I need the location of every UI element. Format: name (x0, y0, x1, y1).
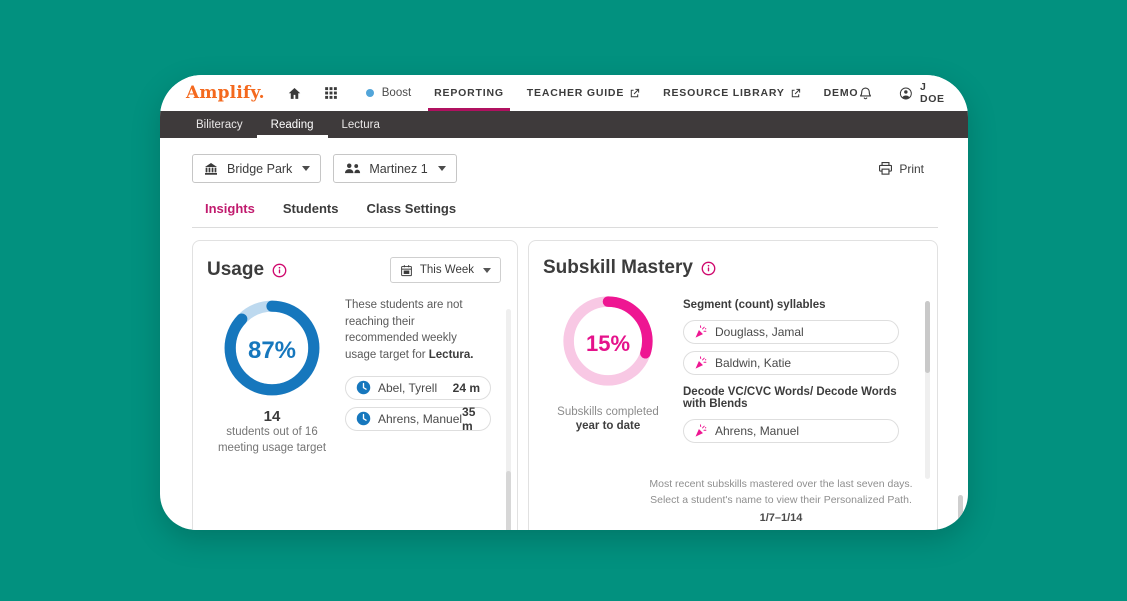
subskill-footer-line1: Most recent subskills mastered over the … (641, 476, 921, 492)
app-window: Amplify. Boost REPORTING (160, 75, 968, 530)
chevron-down-icon (438, 166, 446, 171)
boost-indicator: Boost (366, 87, 411, 99)
party-popper-icon (694, 356, 708, 370)
clock-icon (356, 380, 371, 395)
usage-card: Usage This We (192, 240, 518, 530)
tab-students[interactable]: Students (283, 201, 339, 227)
user-name: J DOE (920, 81, 948, 105)
subskill-scrollbar-thumb[interactable] (925, 301, 930, 373)
usage-student-row[interactable]: Ahrens, Manuel 35 m (345, 407, 491, 431)
party-popper-icon (694, 424, 708, 438)
reporting-active-underline (428, 108, 510, 111)
subskill-card-title: Subskill Mastery (543, 257, 693, 279)
usage-donut-chart: 87% (221, 297, 323, 404)
tab-insights[interactable]: Insights (205, 201, 255, 227)
print-button[interactable]: Print (878, 161, 924, 176)
external-link-icon (790, 88, 801, 99)
insights-cards-row: Usage This We (192, 240, 938, 530)
student-name: Ahrens, Manuel (715, 424, 799, 438)
calendar-icon (400, 264, 413, 277)
subskill-mastery-card: Subskill Mastery (528, 240, 938, 530)
student-name: Abel, Tyrell (378, 381, 437, 395)
nav-item-reporting[interactable]: REPORTING (434, 75, 504, 111)
skill-group-label: Segment (count) syllables (683, 299, 899, 311)
usage-scrollbar-thumb[interactable] (506, 471, 511, 530)
subskill-donut-chart: 15% (560, 293, 656, 394)
student-minutes: 24 m (453, 381, 480, 395)
school-icon (203, 162, 219, 176)
school-dropdown[interactable]: Bridge Park (192, 154, 321, 183)
subskill-footer-line2: Select a student's name to view their Pe… (641, 492, 921, 508)
tab-class-settings[interactable]: Class Settings (366, 201, 456, 227)
nav-item-demo[interactable]: DEMO (824, 75, 859, 111)
tab-lectura[interactable]: Lectura (328, 111, 394, 138)
subskill-student-row[interactable]: Douglass, Jamal (683, 320, 899, 344)
usage-student-row[interactable]: Abel, Tyrell 24 m (345, 376, 491, 400)
printer-icon (878, 161, 893, 176)
boost-label: Boost (382, 87, 411, 99)
subskill-caption-line1: Subskills completed (557, 406, 659, 418)
subskill-scrollbar-track[interactable] (925, 301, 930, 479)
user-avatar-icon (899, 85, 913, 102)
subskill-student-row[interactable]: Ahrens, Manuel (683, 419, 899, 443)
school-dropdown-value: Bridge Park (227, 162, 292, 176)
clock-icon (356, 411, 371, 426)
chevron-down-icon (302, 166, 310, 171)
usage-stat-number: 14 (264, 408, 281, 425)
subskill-footer: Most recent subskills mastered over the … (641, 476, 921, 524)
skill-group-label: Decode VC/CVC Words/ Decode Words with B… (683, 386, 899, 410)
user-menu[interactable]: J DOE (899, 81, 948, 105)
student-name: Ahrens, Manuel (378, 412, 462, 426)
class-dropdown[interactable]: Martinez 1 (333, 154, 456, 183)
subskill-list: Segment (count) syllables Douglass, Jama… (673, 293, 921, 450)
class-group-icon (344, 162, 361, 175)
product-tab-bar: Biliteracy Reading Lectura (160, 111, 968, 138)
nav-item-teacher-guide[interactable]: TEACHER GUIDE (527, 75, 640, 111)
usage-description: These students are not reaching their re… (345, 297, 491, 364)
app-grid-icon[interactable] (324, 86, 338, 100)
top-navigation-bar: Amplify. Boost REPORTING (160, 75, 968, 111)
usage-percent: 87% (221, 297, 323, 404)
external-link-icon (629, 88, 640, 99)
subskill-percent: 15% (560, 293, 656, 394)
period-dropdown-value: This Week (420, 264, 474, 276)
teal-backdrop: Amplify. Boost REPORTING (0, 0, 1127, 601)
info-icon[interactable] (272, 263, 287, 278)
usage-stat-line1: students out of 16 (226, 425, 317, 441)
student-minutes: 35 m (462, 405, 480, 433)
filters-row: Bridge Park Martinez 1 Pr (192, 154, 924, 183)
reading-active-underline (257, 135, 328, 138)
subskill-student-row[interactable]: Baldwin, Katie (683, 351, 899, 375)
print-label: Print (899, 162, 924, 176)
subskill-date-range: 1/7–1/14 (641, 512, 921, 524)
period-dropdown[interactable]: This Week (390, 257, 501, 283)
window-scrollbar-thumb[interactable] (958, 495, 963, 521)
usage-card-title: Usage (207, 259, 264, 281)
boost-status-dot (366, 89, 374, 97)
home-icon[interactable] (287, 86, 302, 101)
student-name: Douglass, Jamal (715, 325, 804, 339)
subskill-caption-line2: year to date (576, 420, 641, 432)
tab-biliteracy[interactable]: Biliteracy (182, 111, 257, 138)
chevron-down-icon (483, 268, 491, 273)
party-popper-icon (694, 325, 708, 339)
nav-item-resource-library[interactable]: RESOURCE LIBRARY (663, 75, 801, 111)
student-name: Baldwin, Katie (715, 356, 791, 370)
usage-scrollbar-track[interactable] (506, 309, 511, 530)
notifications-bell-icon[interactable] (858, 85, 873, 101)
section-tabs: Insights Students Class Settings (205, 201, 938, 227)
amplify-logo: Amplify. (186, 83, 265, 103)
info-icon[interactable] (701, 261, 716, 276)
section-tabs-rule (192, 227, 938, 228)
tab-reading[interactable]: Reading (257, 111, 328, 138)
usage-stat-line2: meeting usage target (218, 441, 326, 457)
class-dropdown-value: Martinez 1 (369, 162, 427, 176)
